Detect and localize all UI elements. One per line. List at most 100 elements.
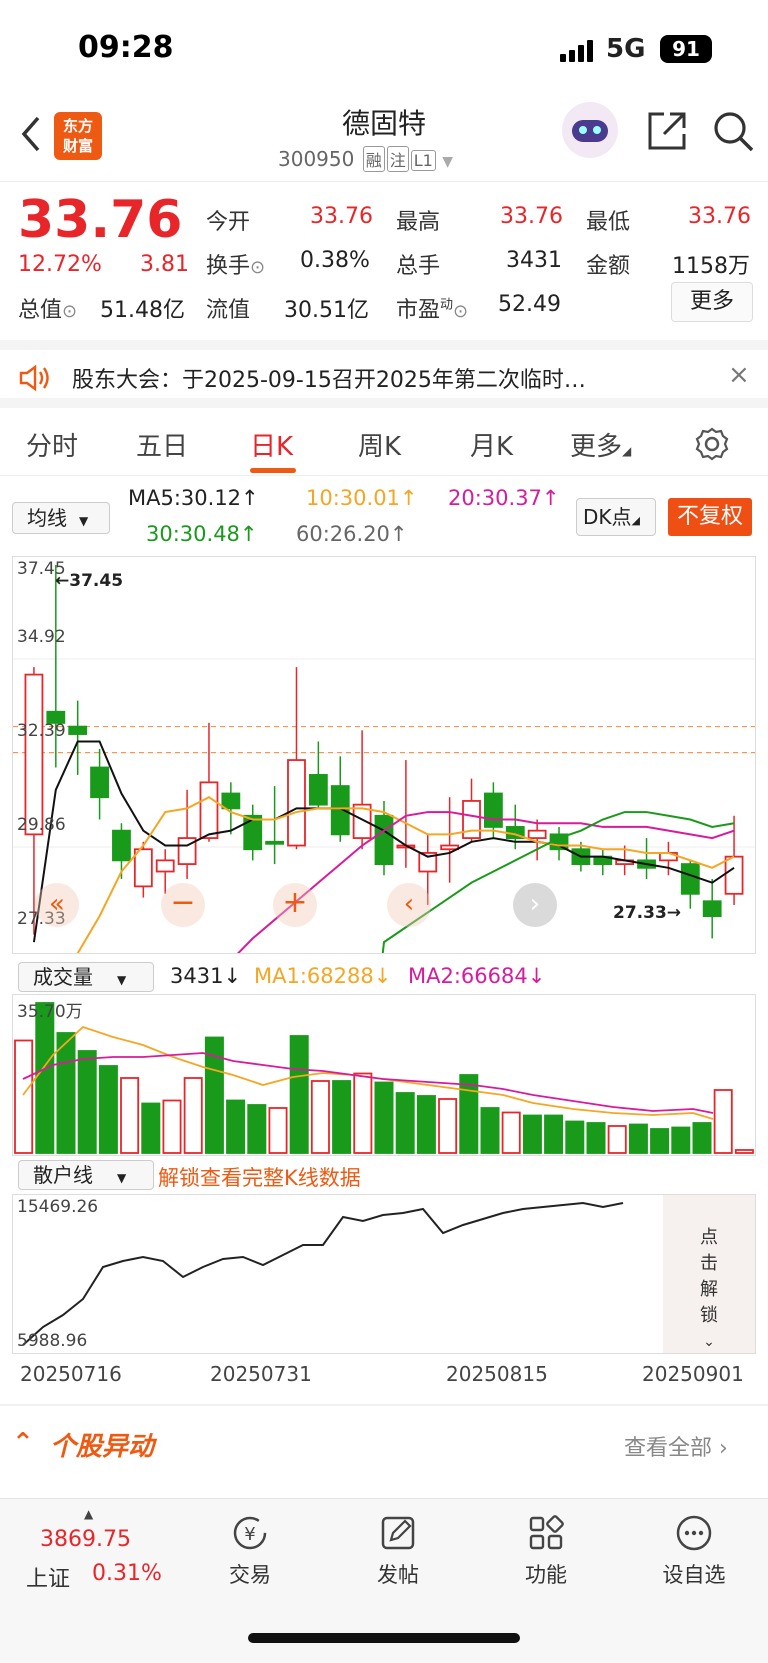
zoom-in-icon[interactable]: + xyxy=(273,883,317,927)
click-unlock-button[interactable]: 点击解锁 ⌄ xyxy=(663,1195,755,1353)
nav-post[interactable]: 发帖 xyxy=(348,1513,448,1589)
volume-bar xyxy=(35,1002,55,1154)
candle-body xyxy=(724,855,744,895)
retail-indicator-select[interactable]: 散户线 ▼ xyxy=(18,1160,154,1190)
volume-indicator-select[interactable]: 成交量 ▼ xyxy=(18,962,154,992)
more-button[interactable]: 更多 xyxy=(671,282,753,322)
candle-body xyxy=(221,792,241,810)
close-icon[interactable]: × xyxy=(728,360,750,390)
ma20-value: 20:30.37↑ xyxy=(448,486,560,510)
candle-body xyxy=(243,814,263,851)
retail-chart: 15469.26 5988.96 点击解锁 ⌄ xyxy=(12,1194,756,1354)
ma30-value: 30:30.48↑ xyxy=(146,522,258,546)
index-value[interactable]: 3869.75 xyxy=(40,1527,131,1552)
candle-body xyxy=(527,829,547,839)
tab-monthly-k[interactable]: 月K xyxy=(470,426,513,463)
more-dots-icon xyxy=(676,1515,712,1551)
nav-functions[interactable]: 功能 xyxy=(496,1513,596,1589)
volume-bar xyxy=(14,1039,34,1154)
status-bar: 09:28 5G 91 xyxy=(0,0,768,100)
volume-bar xyxy=(247,1104,267,1154)
nav-add-watchlist[interactable]: 设自选 xyxy=(644,1513,744,1589)
volume-bar xyxy=(692,1122,712,1154)
float-label: 流值 xyxy=(206,298,251,323)
share-icon[interactable] xyxy=(646,110,688,152)
y-tick-3: 32.39 xyxy=(17,721,66,741)
volume-bar xyxy=(268,1107,288,1154)
candle-body xyxy=(483,792,503,828)
back-icon[interactable] xyxy=(18,114,44,154)
volume-bar xyxy=(713,1089,733,1154)
tab-five-day[interactable]: 五日 xyxy=(136,426,188,463)
status-time: 09:28 xyxy=(78,30,174,65)
quote-panel: 33.76 12.72% 3.81 总值⊙ 51.48亿 今开 33.76 最高… xyxy=(0,182,768,340)
volume-bar xyxy=(480,1107,500,1154)
info-icon: ⊙ xyxy=(250,257,266,278)
stock-code-row[interactable]: 300950 融注 L1 ▼ xyxy=(278,146,453,172)
chevron-right-icon: › xyxy=(719,1436,728,1461)
stock-anomaly-section[interactable]: ⌃ 个股异动 查看全部 › xyxy=(0,1404,768,1484)
tab-intraday[interactable]: 分时 xyxy=(26,426,78,463)
no-adjust-button[interactable]: 不复权 xyxy=(668,498,752,536)
candle-body xyxy=(374,814,394,865)
date-start: 20250716 xyxy=(20,1362,122,1386)
info-icon: ⊙ xyxy=(453,301,469,322)
tab-more[interactable]: 更多◢ xyxy=(570,426,631,463)
stock-name: 德固特 xyxy=(341,107,426,140)
volume-ma2: MA2:66684↓ xyxy=(408,964,546,988)
retail-y-top: 15469.26 xyxy=(17,1197,99,1217)
open-label: 今开 xyxy=(206,210,251,235)
kline-chart[interactable]: 37.45 34.92 32.39 29.86 27.33 ←37.45 27.… xyxy=(12,556,756,1141)
tag-level: L1 xyxy=(410,150,436,171)
step-left-icon[interactable]: ‹ xyxy=(387,883,431,927)
retail-y-bottom: 5988.96 xyxy=(17,1331,88,1351)
min-price-label: 27.33→ xyxy=(613,903,682,923)
turnover-value: 0.38% xyxy=(300,248,370,273)
tab-weekly-k[interactable]: 周K xyxy=(358,426,401,463)
notice-bar[interactable]: 股东大会：于2025-09-15召开2025年第二次临时… × xyxy=(0,340,768,408)
candle-body xyxy=(265,840,285,845)
volume-bar xyxy=(522,1114,542,1154)
date-end: 20250901 xyxy=(642,1362,744,1386)
volume-bar xyxy=(459,1074,479,1154)
step-right-icon[interactable]: › xyxy=(513,883,557,927)
volume-bar xyxy=(628,1123,648,1154)
candle-body xyxy=(133,848,153,888)
high-value: 33.76 xyxy=(500,204,563,229)
candle-body xyxy=(112,829,131,862)
volume-bar xyxy=(586,1122,606,1154)
nav-trade[interactable]: ¥ 交易 xyxy=(200,1513,300,1589)
tag-note: 注 xyxy=(386,146,409,172)
grid-icon xyxy=(529,1515,564,1550)
volume-chart[interactable]: 35.70万 xyxy=(12,994,756,1156)
mktcap-label: 总值⊙ xyxy=(18,298,78,323)
view-all-link[interactable]: 查看全部 › xyxy=(624,1430,728,1462)
volume-bar xyxy=(310,1080,330,1154)
volume-svg xyxy=(14,1002,754,1154)
unlock-link[interactable]: 解锁查看完整K线数据 xyxy=(158,1162,361,1192)
assistant-avatar-icon[interactable] xyxy=(562,102,618,158)
mktcap-value: 51.48亿 xyxy=(100,298,185,323)
zoom-out-icon[interactable]: − xyxy=(161,883,205,927)
collapse-up-icon[interactable]: ⌃ xyxy=(12,1428,34,1458)
settings-icon[interactable] xyxy=(694,426,730,462)
indicator-select[interactable]: 均线 ▼ xyxy=(12,502,110,534)
search-icon[interactable] xyxy=(712,110,756,154)
volume-current: 3431↓ xyxy=(170,964,242,988)
candle-body xyxy=(702,900,722,918)
volume-bar xyxy=(395,1092,415,1154)
tag-margin: 融 xyxy=(362,146,385,172)
kline-svg xyxy=(13,565,755,1141)
open-value: 33.76 xyxy=(310,204,373,229)
volume-bar xyxy=(565,1120,585,1154)
candle-body xyxy=(330,785,350,836)
volume-bar xyxy=(162,1099,182,1154)
dk-point-select[interactable]: DK点◢ xyxy=(576,498,656,536)
network-type: 5G xyxy=(606,34,646,64)
volume-bar xyxy=(98,1065,118,1154)
candle-body xyxy=(440,844,460,851)
tab-daily-k[interactable]: 日K xyxy=(250,426,293,463)
change-amount: 3.81 xyxy=(140,252,189,277)
home-indicator xyxy=(248,1633,520,1643)
scroll-left-icon[interactable]: « xyxy=(35,883,79,927)
